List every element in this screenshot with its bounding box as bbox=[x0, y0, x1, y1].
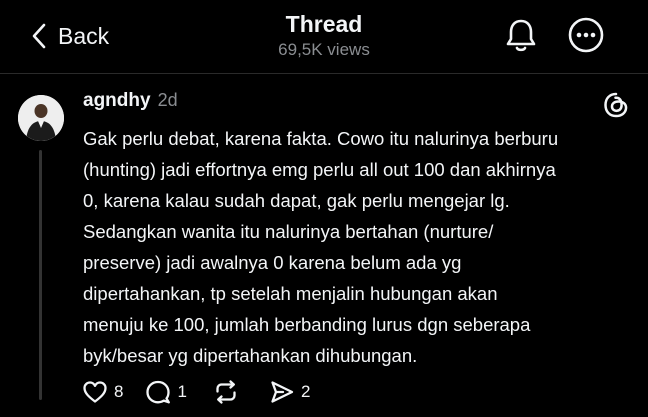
title-block: Thread 69,5K views bbox=[0, 10, 648, 61]
username[interactable]: agndhy bbox=[83, 90, 151, 112]
page-title: Thread bbox=[285, 11, 363, 37]
post-actions: 8 1 2 bbox=[82, 377, 310, 407]
like-count: 8 bbox=[114, 382, 124, 401]
bell-icon[interactable] bbox=[503, 16, 539, 54]
thread-line bbox=[39, 150, 42, 400]
send-icon bbox=[271, 381, 294, 403]
like-button[interactable]: 8 bbox=[82, 379, 123, 405]
post-meta: agndhy 2d bbox=[83, 90, 178, 116]
user-photo bbox=[18, 95, 64, 141]
header-divider bbox=[0, 73, 648, 74]
post-time: 2d bbox=[157, 90, 178, 110]
top-bar: Back Thread 69,5K views bbox=[0, 0, 648, 70]
reply-count: 1 bbox=[177, 382, 187, 401]
share-button[interactable]: 2 bbox=[269, 379, 310, 405]
avatar[interactable] bbox=[18, 95, 64, 141]
repost-button[interactable] bbox=[213, 379, 239, 405]
post-text: Gak perlu debat, karena fakta. Cowo itu … bbox=[83, 128, 559, 366]
share-count: 2 bbox=[300, 382, 311, 401]
view-count: 69,5K views bbox=[278, 40, 370, 59]
more-circle-icon[interactable] bbox=[567, 16, 605, 54]
threads-logo-icon bbox=[604, 92, 628, 118]
heart-icon bbox=[83, 381, 107, 403]
repost-icon bbox=[216, 380, 236, 404]
reply-button[interactable]: 1 bbox=[145, 379, 187, 405]
comment-icon bbox=[146, 380, 171, 404]
